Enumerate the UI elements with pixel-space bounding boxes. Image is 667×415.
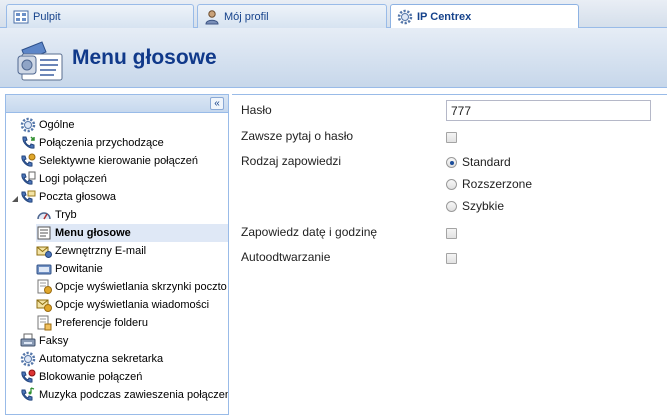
radio-standard-label: Standard: [462, 155, 511, 169]
tab-ip-centrex[interactable]: IP Centrex: [390, 4, 579, 29]
sidebar-item-label: Połączenia przychodzące: [39, 137, 164, 149]
sidebar-item-logi-polaczen[interactable]: Logi połączeń: [20, 170, 107, 188]
navigation-panel: « Ogólne Połączenia przychodzące Selekty…: [5, 94, 229, 415]
radio-szybkie[interactable]: [446, 201, 457, 212]
folder-prefs-icon: [36, 315, 52, 331]
tab-label: Mój profil: [224, 10, 269, 23]
mailbox-options-icon: [36, 279, 52, 295]
sidebar-item-poczta-glosowa[interactable]: Poczta głosowa: [20, 188, 116, 206]
sidebar-item-label: Zewnętrzny E-mail: [55, 245, 147, 257]
sidebar-item-label: Muzyka podczas zawieszenia połączen: [39, 389, 229, 401]
sidebar-item-powitanie[interactable]: Powitanie: [36, 260, 103, 278]
message-options-icon: [36, 297, 52, 313]
password-input[interactable]: [446, 100, 651, 121]
music-icon: [20, 387, 36, 403]
routing-icon: [20, 153, 36, 169]
sidebar-item-opcje-skrzynki[interactable]: Opcje wyświetlania skrzynki poczto: [36, 278, 227, 296]
sidebar-item-automatyczna-sekretarka[interactable]: Automatyczna sekretarka: [20, 350, 163, 368]
sidebar-item-selektywne-kierowanie[interactable]: Selektywne kierowanie połączeń: [20, 152, 198, 170]
radio-szybkie-label: Szybkie: [462, 199, 505, 213]
tab-label: Pulpit: [33, 10, 61, 23]
sidebar-item-menu-glosowe[interactable]: Menu głosowe: [36, 224, 228, 242]
autoplay-checkbox[interactable]: [446, 253, 457, 264]
user-icon: [204, 9, 220, 25]
sidebar-item-ogolne[interactable]: Ogólne: [20, 116, 74, 134]
announce-datetime-checkbox[interactable]: [446, 228, 457, 239]
block-call-icon: [20, 369, 36, 385]
sidebar-item-faksy[interactable]: Faksy: [20, 332, 68, 350]
voice-menu-icon: [16, 38, 68, 82]
radio-standard[interactable]: [446, 157, 457, 168]
voicemail-icon: [20, 189, 36, 205]
collapse-arrow-icon[interactable]: [11, 192, 19, 202]
always-ask-label: Zawsze pytaj o hasło: [241, 129, 354, 143]
sidebar-item-label: Opcje wyświetlania skrzynki poczto: [55, 281, 227, 293]
radio-rozszerzone[interactable]: [446, 179, 457, 190]
sidebar-item-preferencje-folderu[interactable]: Preferencje folderu: [36, 314, 148, 332]
password-label: Hasło: [241, 103, 272, 117]
incoming-call-icon: [20, 135, 36, 151]
log-icon: [20, 171, 36, 187]
tab-label: IP Centrex: [417, 11, 472, 23]
sidebar-item-polaczenia-przychodzace[interactable]: Połączenia przychodzące: [20, 134, 164, 152]
page-header: Menu głosowe: [0, 28, 667, 88]
gear-icon: [397, 9, 413, 25]
sidebar-item-label: Powitanie: [55, 263, 103, 275]
sidebar-item-muzyka-zawieszenia[interactable]: Muzyka podczas zawieszenia połączen: [20, 386, 229, 404]
page-title: Menu głosowe: [72, 46, 217, 69]
panel-header: «: [6, 95, 228, 113]
announcement-type-label: Rodzaj zapowiedzi: [241, 154, 342, 168]
sidebar-item-label: Opcje wyświetlania wiadomości: [55, 299, 210, 311]
mode-icon: [36, 207, 52, 223]
sidebar-item-label: Menu głosowe: [55, 227, 131, 239]
fax-icon: [20, 333, 36, 349]
grid-icon: [13, 9, 29, 25]
radio-rozszerzone-label: Rozszerzone: [462, 177, 533, 191]
answering-machine-icon: [20, 351, 36, 367]
sidebar-item-label: Selektywne kierowanie połączeń: [39, 155, 198, 167]
tab-bar: Pulpit Mój profil IP Centrex: [0, 0, 667, 29]
tab-pulpit[interactable]: Pulpit: [6, 4, 194, 28]
sidebar-item-label: Ogólne: [39, 119, 75, 131]
sidebar-item-label: Automatyczna sekretarka: [39, 353, 164, 365]
tab-moj-profil[interactable]: Mój profil: [197, 4, 387, 28]
email-icon: [36, 243, 52, 259]
autoplay-label: Autoodtwarzanie: [241, 250, 331, 264]
collapse-button[interactable]: «: [210, 97, 224, 110]
sidebar-item-zewnetrzny-email[interactable]: Zewnętrzny E-mail: [36, 242, 146, 260]
greeting-icon: [36, 261, 52, 277]
menu-icon: [36, 225, 52, 241]
announce-datetime-label: Zapowiedz datę i godzinę: [241, 225, 378, 239]
sidebar-item-blokowanie-polaczen[interactable]: Blokowanie połączeń: [20, 368, 142, 386]
sidebar-item-label: Tryb: [55, 209, 77, 221]
sidebar-item-label: Blokowanie połączeń: [39, 371, 143, 383]
sidebar-item-label: Preferencje folderu: [55, 317, 148, 329]
sidebar-item-tryb[interactable]: Tryb: [36, 206, 77, 224]
sidebar-item-label: Logi połączeń: [39, 173, 107, 185]
gear-icon: [20, 117, 36, 133]
settings-form: Hasło Zawsze pytaj o hasło Rodzaj zapowi…: [232, 94, 667, 415]
sidebar-item-label: Poczta głosowa: [39, 191, 117, 203]
always-ask-checkbox[interactable]: [446, 132, 457, 143]
sidebar-item-opcje-wiadomosci[interactable]: Opcje wyświetlania wiadomości: [36, 296, 209, 314]
sidebar-item-label: Faksy: [39, 335, 69, 347]
